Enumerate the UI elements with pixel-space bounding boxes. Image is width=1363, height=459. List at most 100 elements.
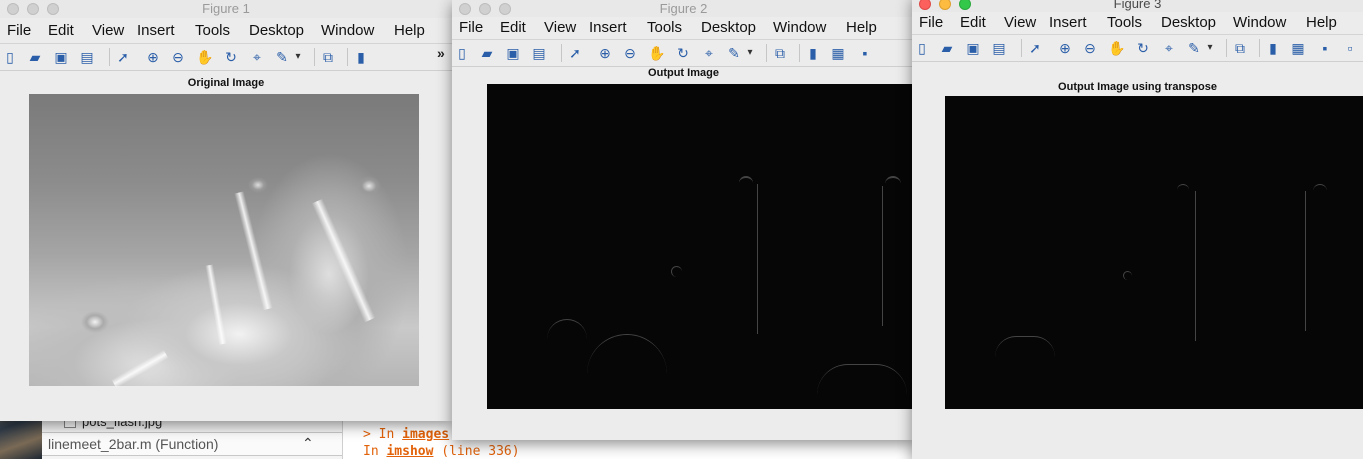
legend-icon[interactable]: ▦ [830,45,846,61]
new-file-icon[interactable]: ▯ [2,49,18,65]
menu-window[interactable]: Window [773,19,826,36]
link-plot-icon[interactable]: ⧉ [1232,40,1248,56]
axes-title: Original Image [187,77,265,89]
menu-file[interactable]: File [919,14,943,31]
pan-hand-icon[interactable]: ✋ [648,45,665,61]
rotate-3d-icon[interactable]: ↻ [675,45,691,61]
hide-plot-tools-icon[interactable]: ▪ [857,45,873,61]
menu-tools[interactable]: Tools [195,22,230,39]
original-image [29,94,419,389]
menu-edit[interactable]: Edit [500,19,526,36]
chevron-up-icon[interactable]: ⌃ [302,435,314,452]
menu-desktop[interactable]: Desktop [701,19,756,36]
link-plot-icon[interactable]: ⧉ [320,49,336,65]
brush-icon[interactable]: ✎ [726,45,742,61]
save-icon[interactable]: ▣ [53,49,69,65]
save-icon[interactable]: ▣ [965,40,981,56]
print-icon[interactable]: ▤ [991,40,1007,56]
toolbar-separator [1021,39,1022,57]
figure-3-window[interactable]: Figure 3 File Edit View Insert Tools Desktop W… [912,0,1363,459]
data-cursor-icon[interactable]: ⌖ [1161,40,1177,56]
hide-plot-tools-icon[interactable]: ▪ [1317,40,1333,56]
menu-file[interactable]: File [7,22,31,39]
menu-desktop[interactable]: Desktop [1161,14,1216,31]
menu-window[interactable]: Window [321,22,374,39]
menu-insert[interactable]: Insert [137,22,175,39]
menu-bar: File Edit View Insert Tools Desktop Window Help [0,20,452,42]
brush-dropdown-icon[interactable]: ▾ [1206,40,1214,56]
figure-toolbar: ▯ ▰ ▣ ▤ ➚ ⊕ ⊖ ✋ ↻ ⌖ ✎ ▾ ⧉ ▮ ▦ ▪ [452,39,915,67]
toolbar-separator [1226,39,1227,57]
data-cursor-icon[interactable]: ⌖ [701,45,717,61]
title-bar[interactable]: Figure 1 [0,0,452,18]
menu-insert[interactable]: Insert [589,19,627,36]
new-file-icon[interactable]: ▯ [454,45,470,61]
pointer-arrow-icon[interactable]: ➚ [115,49,131,65]
toolbar-separator [561,44,562,62]
brush-icon[interactable]: ✎ [1186,40,1202,56]
open-folder-icon[interactable]: ▰ [479,45,495,61]
brush-dropdown-icon[interactable]: ▾ [746,45,754,61]
colorbar-icon[interactable]: ▮ [353,49,369,65]
pointer-arrow-icon[interactable]: ➚ [1027,40,1043,56]
menu-help[interactable]: Help [394,22,425,39]
menu-window[interactable]: Window [1233,14,1286,31]
zoom-out-icon[interactable]: ⊖ [1082,40,1098,56]
pan-hand-icon[interactable]: ✋ [196,49,213,65]
menu-tools[interactable]: Tools [647,19,682,36]
new-file-icon[interactable]: ▯ [914,40,930,56]
link-images[interactable]: images [402,427,449,442]
axes-title: Output Image [648,67,719,79]
menu-view[interactable]: View [92,22,124,39]
toolbar-separator [347,48,348,66]
menu-view[interactable]: View [544,19,576,36]
toolbar-separator [314,48,315,66]
menu-help[interactable]: Help [846,19,877,36]
output-image [487,84,915,409]
rotate-3d-icon[interactable]: ↻ [1135,40,1151,56]
rotate-3d-icon[interactable]: ↻ [223,49,239,65]
window-title: Figure 1 [202,1,250,16]
link-imshow[interactable]: imshow [386,444,433,459]
menu-desktop[interactable]: Desktop [249,22,304,39]
open-folder-icon[interactable]: ▰ [27,49,43,65]
open-folder-icon[interactable]: ▰ [939,40,955,56]
function-details-bar[interactable]: linemeet_2bar.m (Function) ⌃ [42,432,342,456]
menu-bar: File Edit View Insert Tools Desktop Window Help [912,12,1363,34]
zoom-out-icon[interactable]: ⊖ [622,45,638,61]
print-icon[interactable]: ▤ [79,49,95,65]
figure-2-window[interactable]: Figure 2 File Edit View Insert Tools Desktop W… [452,0,915,440]
output-image-transpose [945,96,1363,409]
figure-toolbar: » ▯ ▰ ▣ ▤ ➚ ⊕ ⊖ ✋ ↻ ⌖ ✎ ▾ ⧉ ▮ [0,43,452,71]
zoom-in-icon[interactable]: ⊕ [1057,40,1073,56]
menu-bar: File Edit View Insert Tools Desktop Window Help [452,17,915,39]
brush-dropdown-icon[interactable]: ▾ [294,49,302,65]
zoom-out-icon[interactable]: ⊖ [170,49,186,65]
toolbar-separator [1259,39,1260,57]
data-cursor-icon[interactable]: ⌖ [249,49,265,65]
window-title: Figure 2 [659,1,708,16]
zoom-in-icon[interactable]: ⊕ [145,49,161,65]
colorbar-icon[interactable]: ▮ [805,45,821,61]
save-icon[interactable]: ▣ [505,45,521,61]
pan-hand-icon[interactable]: ✋ [1108,40,1125,56]
toolbar-overflow-icon[interactable]: » [437,45,445,61]
command-line-2: In imshow (line 336) [363,444,520,459]
colorbar-icon[interactable]: ▮ [1265,40,1281,56]
menu-help[interactable]: Help [1306,14,1337,31]
figure-1-window[interactable]: Figure 1 File Edit View Insert Tools Desktop W… [0,0,452,421]
menu-insert[interactable]: Insert [1049,14,1087,31]
menu-tools[interactable]: Tools [1107,14,1142,31]
menu-file[interactable]: File [459,19,483,36]
zoom-in-icon[interactable]: ⊕ [597,45,613,61]
link-plot-icon[interactable]: ⧉ [772,45,788,61]
show-plot-tools-icon[interactable]: ▫ [1342,40,1358,56]
legend-icon[interactable]: ▦ [1290,40,1306,56]
print-icon[interactable]: ▤ [531,45,547,61]
brush-icon[interactable]: ✎ [274,49,290,65]
menu-edit[interactable]: Edit [48,22,74,39]
pointer-arrow-icon[interactable]: ➚ [567,45,583,61]
menu-view[interactable]: View [1004,14,1036,31]
menu-edit[interactable]: Edit [960,14,986,31]
title-bar[interactable]: Figure 2 [452,0,915,18]
